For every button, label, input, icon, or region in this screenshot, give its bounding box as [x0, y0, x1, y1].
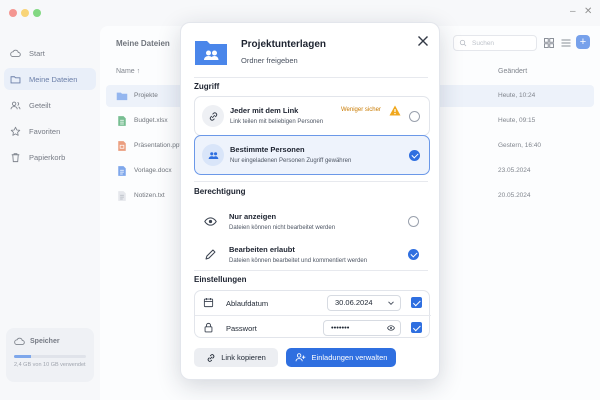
expiry-date-value: 30.06.2024 [335, 298, 373, 307]
users-icon [208, 151, 218, 159]
option-description: Dateien können bearbeitet und kommentier… [229, 258, 368, 264]
manage-invitations-button[interactable]: Einladungen verwalten [286, 348, 396, 367]
calendar-icon [203, 298, 214, 308]
access-radio-specific-people[interactable] [409, 150, 420, 161]
app-window: – ✕ Start Meine Dateien Geteilt Favorite… [0, 0, 600, 400]
option-description: Dateien können nicht bearbeitet werden [229, 225, 336, 231]
access-radio-anyone[interactable] [409, 111, 420, 122]
option-description: Link teilen mit beliebigen Personen [230, 119, 324, 125]
permission-radio-view-only[interactable] [408, 216, 419, 227]
password-checkbox[interactable] [411, 322, 422, 333]
password-input[interactable]: ••••••• [323, 320, 401, 336]
copy-link-button[interactable]: Link kopieren [194, 348, 278, 367]
option-label: Bearbeiten erlaubt [229, 245, 295, 254]
access-heading: Zugriff [194, 82, 220, 91]
dialog-subtitle: Ordner freigeben [241, 56, 298, 65]
link-icon [209, 111, 217, 121]
warning-icon [389, 105, 401, 116]
chevron-down-icon [388, 301, 394, 306]
expiry-checkbox[interactable] [411, 297, 422, 308]
eye-icon [203, 216, 217, 226]
pencil-icon-wrap [201, 245, 219, 263]
add-user-icon [295, 353, 305, 362]
settings-panel: Ablaufdatum 30.06.2024 Passwort ••••••• [194, 290, 431, 339]
divider [194, 270, 428, 271]
expiry-setting-row: Ablaufdatum 30.06.2024 [195, 291, 431, 315]
password-label: Passwort [226, 324, 257, 333]
permission-radio-edit[interactable] [408, 249, 419, 260]
access-option-specific-people[interactable]: Bestimmte Personen Nur eingeladenen Pers… [194, 135, 430, 175]
lock-icon [204, 322, 213, 333]
permission-option-edit[interactable]: Bearbeiten erlaubt Dateien können bearbe… [194, 237, 430, 277]
password-setting-row: Passwort ••••••• [195, 315, 431, 339]
divider [194, 181, 428, 182]
settings-heading: Einstellungen [194, 275, 247, 284]
security-warning-badge: Weniger sicher [341, 107, 381, 113]
manage-invitations-label: Einladungen verwalten [311, 353, 388, 362]
expiry-label: Ablaufdatum [226, 299, 269, 308]
password-value: ••••••• [331, 323, 350, 332]
users-icon-wrap [202, 144, 224, 166]
expiry-date-select[interactable]: 30.06.2024 [327, 295, 401, 311]
eye-icon[interactable] [387, 324, 395, 332]
option-label: Bestimmte Personen [230, 145, 305, 154]
option-label: Jeder mit dem Link [230, 106, 299, 115]
copy-link-label: Link kopieren [221, 353, 266, 362]
shared-folder-icon [195, 41, 227, 65]
pencil-icon [205, 249, 215, 259]
share-dialog: Projektunterlagen Ordner freigeben Zugri… [180, 22, 440, 380]
eye-icon-wrap [201, 212, 219, 230]
permission-heading: Berechtigung [194, 187, 246, 196]
link-icon-wrap [202, 105, 224, 127]
access-option-anyone-with-link[interactable]: Jeder mit dem Link Link teilen mit belie… [194, 96, 430, 136]
dialog-title: Projektunterlagen [241, 39, 327, 50]
option-label: Nur anzeigen [229, 212, 277, 221]
close-icon[interactable] [417, 35, 429, 47]
link-icon [207, 353, 215, 362]
option-description: Nur eingeladenen Personen Zugriff gewähr… [230, 158, 352, 164]
divider [194, 77, 428, 78]
